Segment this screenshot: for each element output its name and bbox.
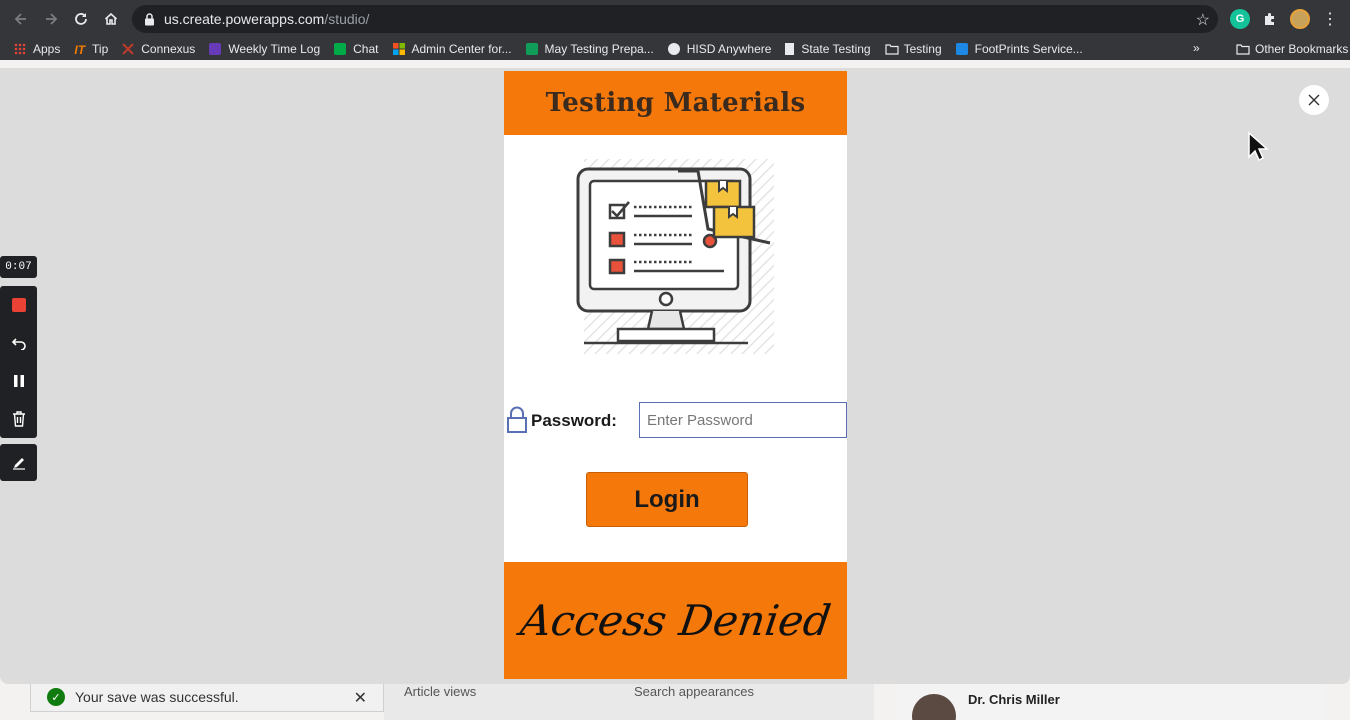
- bookmark-star-icon[interactable]: ☆: [1196, 10, 1210, 30]
- page-title: Testing Materials: [545, 88, 806, 118]
- url-path: /studio/: [324, 11, 370, 27]
- preview-overlay: 0:07 Testing Materials Password: Login A…: [0, 68, 1350, 684]
- bookmark-label: FootPrints Service...: [974, 41, 1083, 56]
- bookmark-label: Chat: [353, 41, 379, 56]
- trash-icon: [12, 411, 25, 427]
- delete-button[interactable]: [0, 400, 37, 438]
- success-toast: ✓ Your save was successful. ✕: [30, 682, 384, 712]
- password-label: Password:: [531, 411, 617, 430]
- apps-grid-icon: [14, 42, 26, 55]
- lock-icon: [142, 12, 156, 26]
- bookmark-label: Apps: [33, 41, 61, 56]
- recording-timer: 0:07: [0, 256, 37, 278]
- folder-icon: [1236, 43, 1250, 55]
- globe-icon: [667, 42, 680, 55]
- bookmark-label: Weekly Time Log: [228, 41, 321, 56]
- recorder-controls: [0, 286, 37, 438]
- mouse-cursor-icon: [1248, 131, 1269, 162]
- bookmark-label: HISD Anywhere: [686, 41, 772, 56]
- bookmark-label: State Testing: [801, 41, 871, 56]
- bookmark-label: Connexus: [141, 41, 196, 56]
- pause-icon: [13, 375, 24, 387]
- profile-card: [896, 680, 1326, 720]
- it-icon: IT: [74, 42, 86, 57]
- close-icon[interactable]: ✕: [354, 688, 367, 708]
- access-denied-text: Access Denied: [517, 596, 834, 645]
- bookmark-testing[interactable]: Testing: [884, 41, 942, 56]
- undo-button[interactable]: [0, 324, 37, 362]
- bookmark-connexus[interactable]: Connexus: [122, 42, 195, 56]
- bookmark-chat[interactable]: Chat: [334, 41, 379, 56]
- browser-menu-icon[interactable]: ⋮: [1320, 9, 1340, 29]
- column-header: Article views: [404, 684, 477, 699]
- stop-recording-button[interactable]: [0, 286, 37, 324]
- doc-icon: [785, 42, 795, 55]
- pen-icon: [12, 457, 25, 470]
- footprints-icon: [955, 42, 968, 55]
- folder-icon: [884, 43, 899, 55]
- bookmark-label: Other Bookmarks: [1255, 41, 1349, 56]
- canvas-app-screen: Testing Materials Password: Login Access…: [504, 71, 847, 679]
- home-icon[interactable]: [96, 4, 126, 34]
- extensions-puzzle-icon[interactable]: [1260, 9, 1280, 29]
- address-bar[interactable]: us.create.powerapps.com/studio/ ☆: [132, 5, 1218, 33]
- close-preview-button[interactable]: [1299, 85, 1329, 115]
- computer-checklist-illustration: [576, 159, 774, 354]
- bookmark-admin-center[interactable]: Admin Center for...: [392, 41, 512, 56]
- close-icon: [1308, 94, 1320, 106]
- column-header: Search appearances: [634, 684, 754, 699]
- bookmark-weekly-time-log[interactable]: Weekly Time Log: [209, 42, 320, 56]
- toast-message: Your save was successful.: [75, 689, 239, 705]
- profile-name: Dr. Chris Miller: [968, 692, 1060, 707]
- more-bookmarks-chevron[interactable]: »: [1193, 37, 1200, 60]
- form-icon: [209, 42, 222, 55]
- check-icon: ✓: [47, 688, 65, 706]
- bookmark-may-testing[interactable]: May Testing Prepa...: [525, 41, 654, 56]
- back-arrow-icon[interactable]: [6, 4, 36, 34]
- microsoft-icon: [392, 42, 405, 55]
- bookmark-state-testing[interactable]: State Testing: [785, 41, 871, 56]
- annotate-button[interactable]: [0, 444, 37, 481]
- stop-icon: [11, 298, 26, 312]
- bookmark-label: May Testing Prepa...: [544, 41, 654, 56]
- bookmark-label: Testing: [903, 41, 942, 56]
- other-bookmarks[interactable]: Other Bookmarks: [1236, 37, 1348, 60]
- connexus-icon: [122, 42, 134, 55]
- bookmark-hisd-anywhere[interactable]: HISD Anywhere: [667, 41, 772, 56]
- profile-avatar[interactable]: [1290, 9, 1310, 29]
- bookmark-tip[interactable]: IT Tip: [74, 41, 109, 57]
- login-button[interactable]: Login: [586, 472, 748, 527]
- undo-icon: [11, 338, 26, 350]
- sheets-icon: [525, 42, 538, 55]
- pause-button[interactable]: [0, 362, 37, 400]
- page-content: Article views Search appearances ✓ Your …: [0, 60, 1350, 720]
- bookmark-label: Tip: [92, 41, 109, 56]
- reload-icon[interactable]: [66, 4, 96, 34]
- bookmark-footprints[interactable]: FootPrints Service...: [955, 41, 1083, 56]
- browser-toolbar: us.create.powerapps.com/studio/ ☆ G ⋮: [0, 0, 1350, 37]
- bookmark-apps[interactable]: Apps: [14, 42, 60, 56]
- chat-icon: [334, 42, 347, 55]
- bookmarks-bar: Apps IT Tip Connexus Weekly Time Log Cha…: [0, 37, 1350, 60]
- app-header: Testing Materials: [504, 71, 847, 135]
- grammarly-extension-icon[interactable]: G: [1230, 9, 1250, 29]
- url-host: us.create.powerapps.com: [164, 11, 325, 27]
- password-field[interactable]: [639, 402, 847, 438]
- lock-icon: [507, 406, 527, 433]
- bookmark-label: Admin Center for...: [411, 41, 512, 56]
- access-status-banner: Access Denied: [504, 562, 847, 679]
- forward-arrow-icon[interactable]: [36, 4, 66, 34]
